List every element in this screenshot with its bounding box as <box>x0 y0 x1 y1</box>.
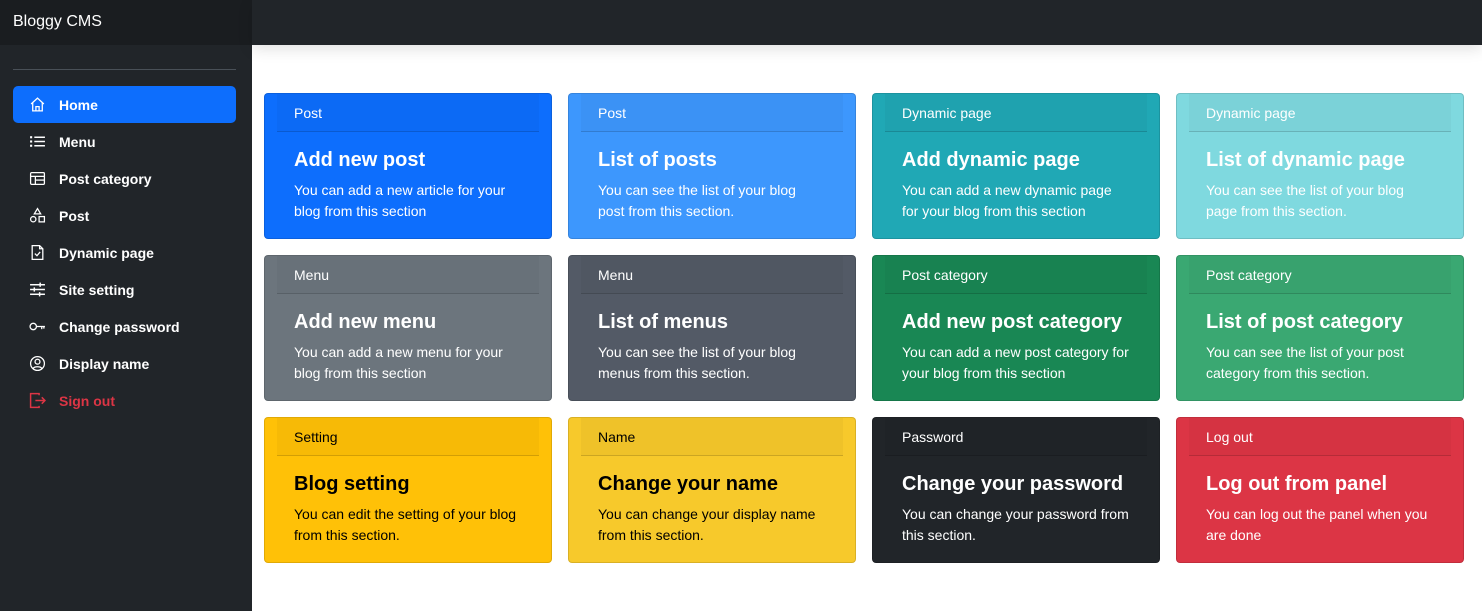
card-body: List of post category You can see the li… <box>1189 294 1451 384</box>
card-body: Add new menu You can add a new menu for … <box>277 294 539 384</box>
card-title: Add new post category <box>902 311 1123 333</box>
card-text: You can change your display name from th… <box>598 506 816 543</box>
card-text: You can see the list of your blog menus … <box>598 344 796 381</box>
card-header: Name <box>581 418 843 456</box>
sidebar-item-label: Home <box>59 96 98 113</box>
sidebar-item-sign-out[interactable]: Sign out <box>13 382 236 419</box>
sidebar-divider <box>13 69 236 70</box>
card-text: You can add a new dynamic page for your … <box>902 182 1112 219</box>
card-title: Add dynamic page <box>902 149 1080 171</box>
card-title: List of post category <box>1206 311 1403 333</box>
card-list-of-posts[interactable]: Post List of posts You can see the list … <box>568 93 856 239</box>
sidebar-item-change-password[interactable]: Change password <box>13 308 236 345</box>
card-header: Setting <box>277 418 539 456</box>
sidebar-item-label: Site setting <box>59 281 135 298</box>
card-body: Add new post category You can add a new … <box>885 294 1147 384</box>
card-body: List of posts You can see the list of yo… <box>581 132 843 222</box>
card-title: List of dynamic page <box>1206 149 1405 171</box>
card-list-of-menus[interactable]: Menu List of menus You can see the list … <box>568 255 856 401</box>
card-text: You can change your password from this s… <box>902 506 1129 543</box>
card-blog-setting[interactable]: Setting Blog setting You can edit the se… <box>264 417 552 563</box>
sign-out-icon <box>29 392 46 409</box>
card-header: Dynamic page <box>885 94 1147 132</box>
card-header: Post <box>277 94 539 132</box>
card-text: You can add a new post category for your… <box>902 344 1129 381</box>
card-text: You can see the list of your blog page f… <box>1206 182 1404 219</box>
sidebar: Bloggy CMS Home Menu Post category Post … <box>0 0 252 611</box>
sidebar-item-label: Menu <box>59 133 96 150</box>
card-list-of-dynamic-page[interactable]: Dynamic page List of dynamic page You ca… <box>1176 93 1464 239</box>
sidebar-item-label: Post category <box>59 170 152 187</box>
card-title: Blog setting <box>294 473 410 495</box>
sidebar-item-home[interactable]: Home <box>13 86 236 123</box>
card-header: Menu <box>277 256 539 294</box>
card-title: Change your name <box>598 473 779 495</box>
list-icon <box>30 136 45 147</box>
top-navbar <box>252 0 1482 45</box>
key-icon <box>29 322 45 331</box>
card-header: Password <box>885 418 1147 456</box>
sliders-icon <box>30 282 45 297</box>
card-header: Post category <box>885 256 1147 294</box>
sidebar-item-site-setting[interactable]: Site setting <box>13 271 236 308</box>
card-text: You can edit the setting of your blog fr… <box>294 506 517 543</box>
card-title: Add new menu <box>294 311 437 333</box>
table-icon <box>29 172 46 185</box>
card-add-new-menu[interactable]: Menu Add new menu You can add a new menu… <box>264 255 552 401</box>
card-body: Change your password You can change your… <box>885 456 1147 546</box>
card-add-new-post-category[interactable]: Post category Add new post category You … <box>872 255 1160 401</box>
card-body: Log out from panel You can log out the p… <box>1189 456 1451 546</box>
dashboard-grid: Post Add new post You can add a new arti… <box>264 93 1464 563</box>
card-text: You can add a new article for your blog … <box>294 182 506 219</box>
card-header: Menu <box>581 256 843 294</box>
sidebar-item-display-name[interactable]: Display name <box>13 345 236 382</box>
user-circle-icon <box>29 355 46 372</box>
card-title: Change your password <box>902 473 1124 495</box>
card-title: Add new post <box>294 149 426 171</box>
card-text: You can log out the panel when you are d… <box>1206 506 1428 543</box>
sidebar-item-label: Change password <box>59 318 180 335</box>
sidebar-item-label: Sign out <box>59 392 115 409</box>
card-change-your-name[interactable]: Name Change your name You can change you… <box>568 417 856 563</box>
card-header: Log out <box>1189 418 1451 456</box>
sidebar-item-label: Post <box>59 207 90 224</box>
card-add-dynamic-page[interactable]: Dynamic page Add dynamic page You can ad… <box>872 93 1160 239</box>
card-title: List of menus <box>598 311 729 333</box>
shapes-icon <box>29 207 46 223</box>
sidebar-item-menu[interactable]: Menu <box>13 123 236 160</box>
card-title: Log out from panel <box>1206 473 1388 495</box>
card-body: Add new post You can add a new article f… <box>277 132 539 222</box>
card-add-new-post[interactable]: Post Add new post You can add a new arti… <box>264 93 552 239</box>
card-body: List of menus You can see the list of yo… <box>581 294 843 384</box>
card-log-out[interactable]: Log out Log out from panel You can log o… <box>1176 417 1464 563</box>
sidebar-nav: Home Menu Post category Post Dynamic pag… <box>0 86 252 419</box>
file-check-icon <box>31 244 44 261</box>
card-header: Post <box>581 94 843 132</box>
card-body: Blog setting You can edit the setting of… <box>277 456 539 546</box>
card-header: Dynamic page <box>1189 94 1451 132</box>
card-list-of-post-category[interactable]: Post category List of post category You … <box>1176 255 1464 401</box>
card-text: You can add a new menu for your blog fro… <box>294 344 503 381</box>
brand-title[interactable]: Bloggy CMS <box>0 0 252 45</box>
card-change-your-password[interactable]: Password Change your password You can ch… <box>872 417 1160 563</box>
card-body: Add dynamic page You can add a new dynam… <box>885 132 1147 222</box>
card-header: Post category <box>1189 256 1451 294</box>
card-title: List of posts <box>598 149 717 171</box>
sidebar-item-label: Display name <box>59 355 150 372</box>
card-text: You can see the list of your post catego… <box>1206 344 1404 381</box>
card-body: List of dynamic page You can see the lis… <box>1189 132 1451 222</box>
sidebar-item-post[interactable]: Post <box>13 197 236 234</box>
card-text: You can see the list of your blog post f… <box>598 182 796 219</box>
sidebar-item-post-category[interactable]: Post category <box>13 160 236 197</box>
sidebar-item-dynamic-page[interactable]: Dynamic page <box>13 234 236 271</box>
sidebar-item-label: Dynamic page <box>59 244 154 261</box>
home-icon <box>30 97 45 112</box>
card-body: Change your name You can change your dis… <box>581 456 843 546</box>
